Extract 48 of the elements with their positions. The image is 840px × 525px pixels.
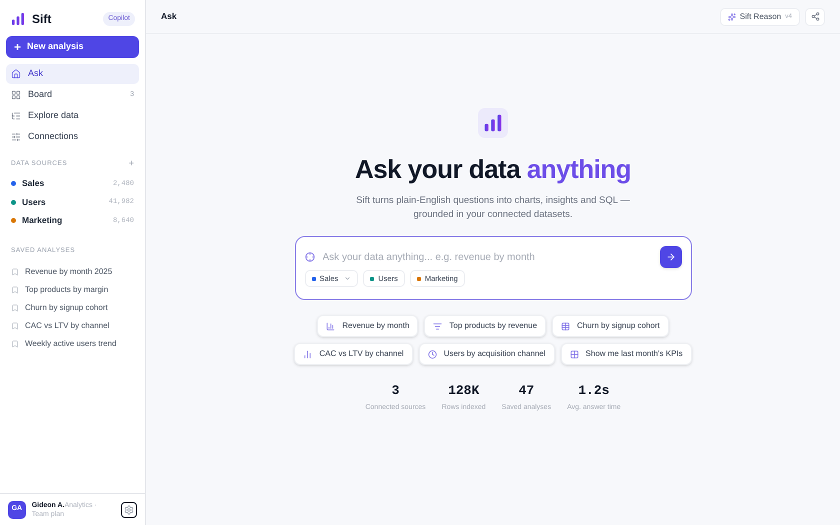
suggestion-chip[interactable]: Show me last month's KPIs <box>560 343 692 365</box>
nav-item[interactable]: Explore data <box>6 106 139 126</box>
saved-analysis-item[interactable]: CAC vs LTV by channel <box>0 317 145 335</box>
suggestion-chip[interactable]: Top products by revenue <box>424 315 546 337</box>
nav-item[interactable]: Connections <box>6 127 139 147</box>
stat-value: 47 <box>518 382 534 400</box>
saved-analysis-item[interactable]: Top products by margin <box>0 281 145 299</box>
bookmark-icon <box>11 304 19 312</box>
brand-name: Sift <box>32 11 52 28</box>
suggestion-chip[interactable]: Users by acquisition channel <box>418 343 555 365</box>
hero-title: Ask your data anything <box>354 153 632 186</box>
logo-icon <box>10 11 26 27</box>
sparkle-icon <box>728 12 736 20</box>
query-input[interactable]: Ask your data anything... e.g. revenue by month <box>322 250 652 264</box>
saved-analysis-item[interactable]: Weekly active users trend <box>0 335 145 353</box>
list-icon <box>11 111 21 121</box>
sliders-icon <box>11 132 21 142</box>
hero-subtitle: Sift turns plain-English questions into charts, insights and SQL — grounded in your connected datasets. <box>355 194 631 222</box>
stat-value: 3 <box>392 382 400 400</box>
new-analysis-button[interactable]: + New analysis <box>6 36 139 58</box>
bar-chart-icon <box>303 350 312 358</box>
arrow-icon <box>666 252 676 262</box>
suggestion-chip[interactable]: Revenue by month <box>317 315 418 337</box>
bookmark-icon <box>11 340 19 348</box>
saved-analysis-item[interactable]: Churn by signup cohort <box>0 299 145 317</box>
suggestion-chip[interactable]: Churn by signup cohort <box>552 315 669 337</box>
saved-analysis-item[interactable]: Revenue by month 2025 <box>0 263 145 281</box>
grid-icon <box>570 350 579 358</box>
settings-button[interactable] <box>121 502 137 518</box>
send-button[interactable] <box>660 246 682 268</box>
grid-icon <box>11 90 21 100</box>
crosshair-icon <box>304 252 314 262</box>
share-button[interactable] <box>805 8 825 26</box>
suggestion-chip[interactable]: CAC vs LTV by channel <box>294 343 413 365</box>
page-title: Ask <box>161 10 177 23</box>
bookmark-icon <box>11 322 19 330</box>
lines-icon <box>433 322 442 330</box>
clock-icon <box>428 350 437 358</box>
stat-value: 1.2s <box>578 382 610 400</box>
bar-chart-icon <box>326 322 336 330</box>
nav-item[interactable]: Ask <box>6 64 139 84</box>
bookmark-icon <box>11 268 19 276</box>
table-icon <box>561 322 570 330</box>
home-icon <box>11 69 21 79</box>
bookmark-icon <box>11 286 19 294</box>
stat-value: 128K <box>448 382 480 400</box>
settings-icon <box>124 504 134 514</box>
share-icon <box>810 12 820 21</box>
